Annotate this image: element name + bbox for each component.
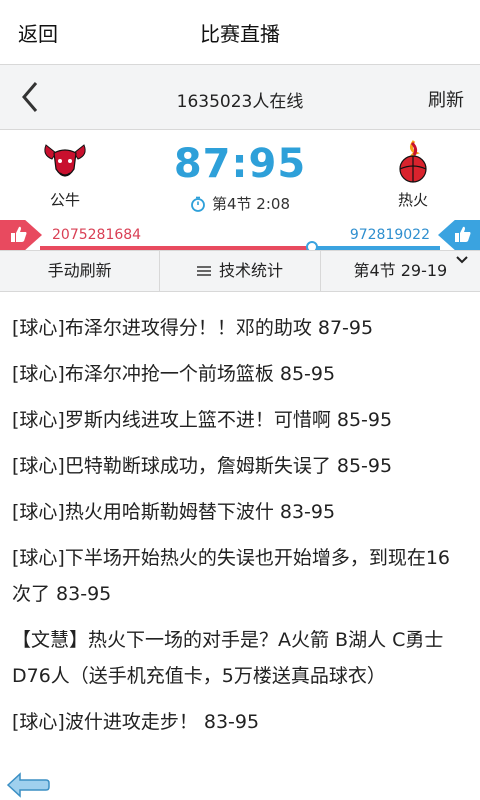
feed-item: [球心]下半场开始热火的失误也开始增多，到现在16次了 83-95 [12, 547, 451, 605]
thumbs-up-icon [455, 226, 471, 242]
feed-item: [球心]布泽尔进攻得分！！邓的助攻 87-95 [12, 317, 374, 339]
feed-item: [球心]巴特勒断球成功，詹姆斯失误了 85-95 [12, 455, 393, 477]
tab-manual-refresh[interactable]: 手动刷新 [0, 251, 159, 291]
vote-bar: 2075281684 972819022 [0, 220, 480, 253]
feed-item: [球心]热火用哈斯勒姆替下波什 83-95 [12, 501, 336, 523]
feed-item: [球心]波什进攻走步！ 83-95 [12, 711, 260, 733]
back-arrow-icon[interactable] [6, 772, 50, 798]
chevron-down-icon [456, 256, 468, 264]
feed-item: [球心]罗斯内线进攻上篮不进！可惜啊 85-95 [12, 409, 393, 431]
title-bar: 返回 比赛直播 [0, 0, 480, 62]
refresh-button[interactable]: 刷新 [428, 86, 464, 112]
feed-item: [球心]布泽尔冲抢一个前场篮板 85-95 [12, 363, 336, 385]
live-feed: [球心]布泽尔进攻得分！！邓的助攻 87-95 [球心]布泽尔冲抢一个前场篮板 … [0, 292, 480, 800]
page-title: 比赛直播 [200, 22, 280, 46]
scoreboard: 公牛 87:95 第4节 2:08 热火 [0, 131, 480, 226]
tab-stats-label: 技术统计 [218, 261, 283, 280]
list-icon [196, 266, 211, 276]
vote-away-button[interactable] [438, 220, 480, 250]
away-team-name: 热火 [397, 191, 428, 209]
home-vote-count: 2075281684 [52, 227, 142, 243]
online-count: 1635023人在线 [176, 92, 304, 112]
thumbs-up-icon [11, 226, 27, 242]
match-nav-bar: 1635023人在线 刷新 [0, 64, 480, 130]
heat-logo [399, 140, 427, 183]
vote-home-button[interactable] [0, 220, 42, 250]
away-team[interactable]: 热火 [378, 139, 448, 210]
feed-item: 【文慧】热火下一场的对手是？A火箭 B湖人 C勇士 D76人（送手机充值卡，5万… [12, 629, 444, 687]
stopwatch-icon [191, 196, 205, 212]
away-vote-count: 972819022 [349, 227, 430, 243]
tab-quarter[interactable]: 第4节 29-19 [319, 251, 480, 291]
period-text: 第4节 2:08 [212, 195, 290, 213]
tab-bar: 手动刷新 技术统计 第4节 29-19 [0, 250, 480, 292]
tab-stats[interactable]: 技术统计 [159, 251, 319, 291]
tab-manual-refresh-label: 手动刷新 [47, 261, 112, 280]
tab-quarter-label: 第4节 29-19 [353, 261, 448, 280]
